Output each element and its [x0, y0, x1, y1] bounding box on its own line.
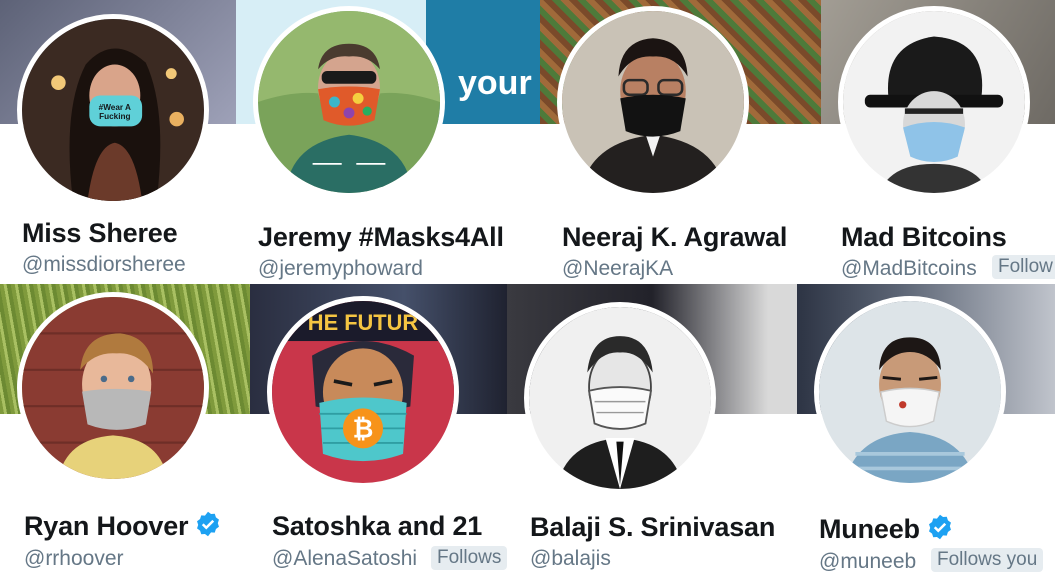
verified-badge-icon [197, 511, 220, 537]
avatar-photo [819, 301, 1001, 483]
follows-you-badge: Follows you [931, 548, 1044, 572]
profile-handle[interactable]: @NeerajKA [562, 257, 673, 281]
banner-text: your [458, 64, 532, 102]
profile-name[interactable]: Miss Sheree [22, 218, 178, 249]
profile-handle[interactable]: @jeremyphoward [258, 257, 423, 281]
profile-name-text: Ryan Hoover [24, 511, 189, 541]
profile-handle[interactable]: @MadBitcoins [841, 257, 977, 281]
profile-name[interactable]: Mad Bitcoins [841, 222, 1007, 253]
profile-name[interactable]: Jeremy #Masks4All [258, 222, 504, 253]
profile-handle[interactable]: @balajis [530, 547, 611, 571]
profile-card-rrhoover[interactable]: Ryan Hoover @rrhoover [0, 284, 250, 584]
avatar[interactable] [838, 6, 1030, 198]
avatar[interactable] [814, 296, 1006, 488]
avatar[interactable]: #Wear A Fucking [17, 14, 209, 206]
profile-card-alenasatoshi[interactable]: HE FUTUR ₿ Satoshka and 21 @AlenaSatoshi… [250, 284, 507, 584]
follows-you-badge: Follow [992, 255, 1055, 279]
profile-card-neerajka[interactable]: Neeraj K. Agrawal @NeerajKA [540, 0, 821, 284]
profile-card-muneeb[interactable]: Muneeb @muneeb Follows you [797, 284, 1055, 584]
avatar-poster-text: HE FUTUR [308, 310, 419, 335]
avatar[interactable] [253, 6, 445, 198]
svg-text:Fucking: Fucking [99, 112, 130, 121]
profile-card-missdiorsheree[interactable]: #Wear A Fucking Miss Sheree @missdiorshe… [0, 0, 236, 284]
svg-text:₿: ₿ [353, 415, 374, 445]
profile-card-balajis[interactable]: Balaji S. Srinivasan @balajis [507, 284, 797, 584]
profile-name[interactable]: Neeraj K. Agrawal [562, 222, 787, 253]
avatar-photo: #Wear A Fucking [22, 19, 204, 201]
profile-name-text: Muneeb [819, 514, 920, 544]
avatar[interactable] [17, 292, 209, 484]
avatar-photo [843, 11, 1025, 193]
profile-handle[interactable]: @muneeb [819, 550, 916, 574]
profile-handle[interactable]: @AlenaSatoshi [272, 547, 417, 571]
avatar-photo [258, 11, 440, 193]
verified-badge-icon [928, 514, 951, 540]
profile-name[interactable]: Satoshka and 21 [272, 511, 482, 542]
avatar-photo [562, 11, 744, 193]
avatar[interactable] [524, 302, 716, 494]
avatar-photo [529, 307, 711, 489]
avatar[interactable]: HE FUTUR ₿ [267, 296, 459, 488]
svg-text:#Wear A: #Wear A [99, 103, 131, 112]
avatar[interactable] [557, 6, 749, 198]
profile-name[interactable]: Ryan Hoover [24, 510, 222, 542]
profile-card-madbitcoins[interactable]: Mad Bitcoins @MadBitcoins Follow [821, 0, 1055, 284]
profile-name[interactable]: Muneeb [819, 513, 954, 545]
avatar-photo: HE FUTUR ₿ [272, 301, 454, 483]
profile-handle[interactable]: @rrhoover [24, 547, 124, 571]
avatar-photo [22, 297, 204, 479]
profile-handle[interactable]: @missdiorsheree [22, 253, 186, 277]
profile-name[interactable]: Balaji S. Srinivasan [530, 512, 775, 543]
follows-you-badge: Follows [431, 546, 507, 570]
profile-card-jeremyphoward[interactable]: your Jeremy #Masks4All @jeremyphoward [236, 0, 540, 284]
